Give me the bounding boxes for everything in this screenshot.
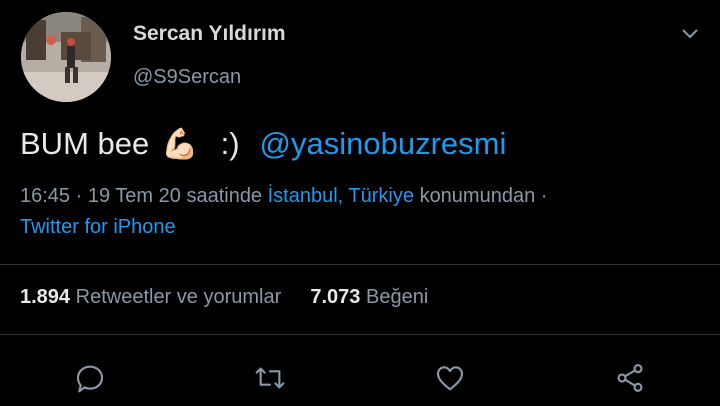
location-suffix: konumundan [419, 185, 536, 207]
likes-label: Beğeni [366, 286, 429, 308]
tweet-date: 19 Tem 20 saatinde [87, 185, 263, 207]
meta-separator: · [75, 185, 83, 207]
flexed-biceps-emoji: 💪🏻 [161, 127, 199, 161]
retweet-icon [255, 367, 285, 389]
tweet-mention-link[interactable]: @yasinobuzresmi [260, 126, 507, 162]
location-link[interactable]: İstanbul, Türkiye [268, 185, 414, 207]
share-button[interactable] [612, 360, 648, 396]
tweet-smile: :) [220, 126, 240, 161]
retweets-label: Retweetler ve yorumlar [75, 286, 282, 308]
divider [0, 264, 720, 265]
retweets-count: 1.894 [20, 286, 71, 308]
meta-separator: · [540, 185, 548, 207]
likes-stat[interactable]: 7.073 Beğeni [310, 286, 428, 308]
reply-icon [76, 365, 104, 393]
tweet-time: 16:45 [20, 185, 71, 207]
chevron-down-icon[interactable] [680, 27, 700, 41]
user-name[interactable]: Sercan Yıldırım [133, 22, 286, 46]
retweet-button[interactable] [252, 360, 288, 396]
avatar-photo [21, 12, 111, 102]
retweets-stat[interactable]: 1.894 Retweetler ve yorumlar [20, 286, 287, 308]
share-icon [617, 364, 643, 392]
like-button[interactable] [432, 360, 468, 396]
source-link[interactable]: Twitter for iPhone [20, 216, 176, 238]
reply-button[interactable] [72, 360, 108, 396]
engagement-stats: 1.894 Retweetler ve yorumlar 7.073 Beğen… [20, 286, 428, 309]
likes-count: 7.073 [310, 286, 361, 308]
tweet-meta: 16:45 · 19 Tem 20 saatinde İstanbul, Tür… [20, 181, 700, 243]
divider [0, 334, 720, 335]
user-handle[interactable]: @S9Sercan [133, 66, 241, 89]
heart-icon [436, 366, 464, 391]
tweet-text-body: BUM bee [20, 126, 150, 161]
tweet-text: BUM bee 💪🏻 :) @yasinobuzresmi [20, 126, 506, 162]
avatar[interactable] [21, 12, 111, 102]
